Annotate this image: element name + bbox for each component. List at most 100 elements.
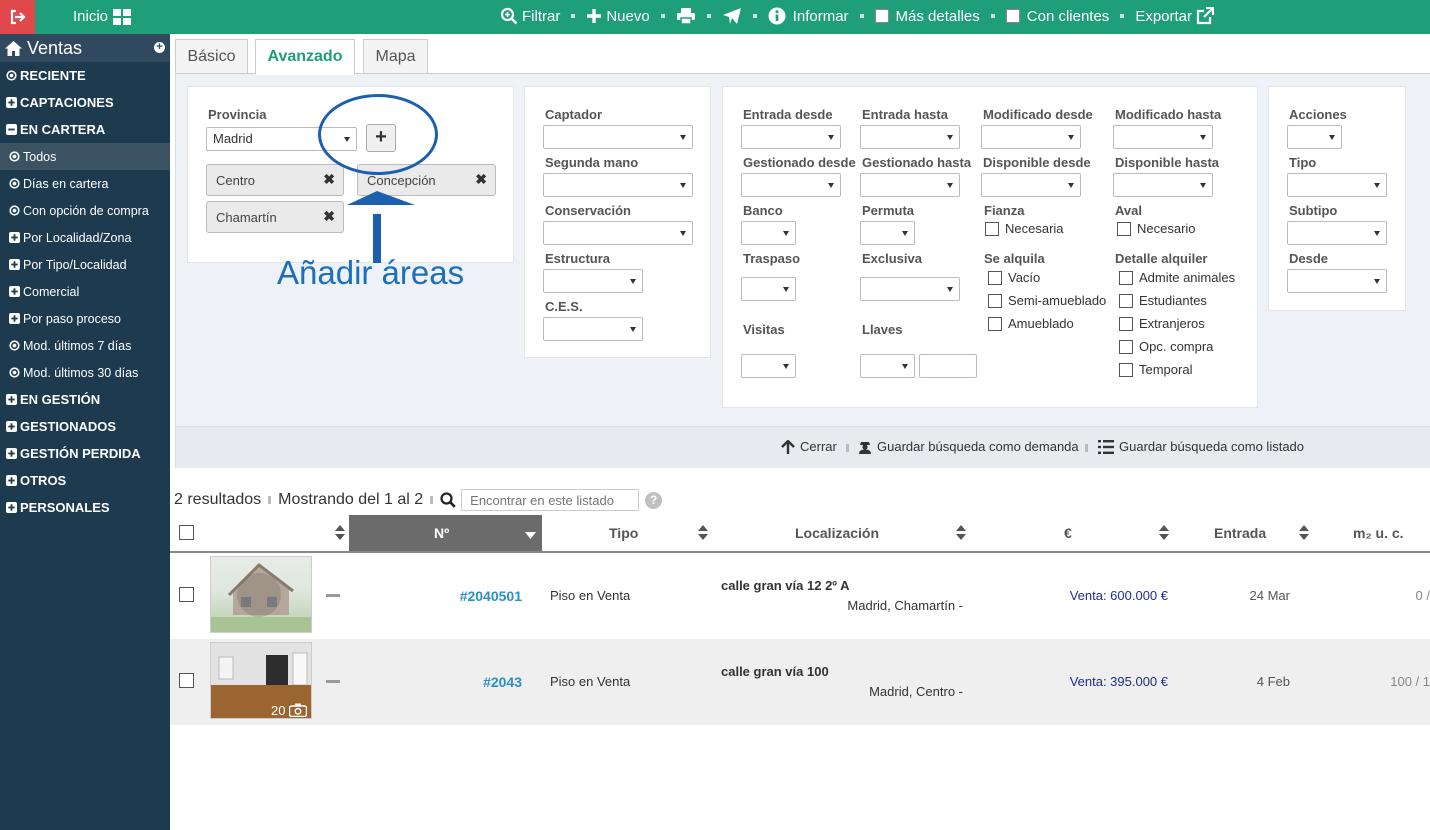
- save-as-demand-button[interactable]: Guardar búsqueda como demanda: [858, 439, 1079, 454]
- column-m2[interactable]: m₂ u. c.: [1353, 525, 1404, 541]
- sidebar-item[interactable]: Mod. últimos 30 días: [0, 359, 170, 386]
- column-entrada[interactable]: Entrada: [1214, 525, 1266, 541]
- export-button[interactable]: Exportar: [1135, 7, 1215, 25]
- sort-icon[interactable]: [956, 525, 966, 541]
- sort-icon[interactable]: [1299, 525, 1309, 541]
- modificado-hasta-select[interactable]: [1113, 125, 1213, 149]
- sidebar-item[interactable]: Mod. últimos 7 días: [0, 332, 170, 359]
- traspaso-select[interactable]: [741, 277, 796, 301]
- exclusiva-select[interactable]: [860, 277, 960, 301]
- help-icon[interactable]: ?: [645, 491, 663, 509]
- sidebar-item[interactable]: PERSONALES: [0, 494, 170, 521]
- exit-button[interactable]: [0, 0, 35, 34]
- remove-icon[interactable]: ✖: [475, 171, 487, 188]
- desde-select[interactable]: [1287, 269, 1387, 293]
- sidebar-item[interactable]: Por Localidad/Zona: [0, 224, 170, 251]
- entrada-desde-select[interactable]: [741, 125, 841, 149]
- property-ref[interactable]: #2043: [483, 674, 522, 690]
- property-m2: 100 / 1: [1390, 674, 1430, 689]
- add-circle-icon[interactable]: +: [154, 42, 165, 53]
- sidebar-item[interactable]: Por Tipo/Localidad: [0, 251, 170, 278]
- filter-button[interactable]: Filtrar: [500, 7, 560, 25]
- type-panel: Acciones Tipo Subtipo Desde: [1268, 86, 1406, 311]
- list-search-input[interactable]: [461, 489, 640, 511]
- disponible-hasta-select[interactable]: [1113, 173, 1213, 197]
- tab-avanzado[interactable]: Avanzado: [255, 39, 355, 75]
- sidebar-header[interactable]: Ventas +: [0, 34, 170, 62]
- search-icon: [440, 492, 456, 508]
- remove-icon[interactable]: ✖: [323, 208, 335, 225]
- sidebar-item[interactable]: GESTIÓN PERDIDA: [0, 440, 170, 467]
- column-localizacion[interactable]: Localización: [795, 525, 879, 541]
- sort-icon[interactable]: [1159, 525, 1169, 541]
- table-row[interactable]: 20 #2043 Piso en Venta calle gran vía 10…: [170, 639, 1430, 725]
- select-all-checkbox[interactable]: [179, 525, 194, 540]
- sidebar-item[interactable]: Días en cartera: [0, 170, 170, 197]
- sidebar-item[interactable]: CAPTACIONES: [0, 89, 170, 116]
- modificado-desde-select[interactable]: [981, 125, 1081, 149]
- close-filters-button[interactable]: Cerrar: [781, 439, 837, 454]
- temporal-checkbox[interactable]: Temporal: [1119, 362, 1192, 377]
- opc-compra-checkbox[interactable]: Opc. compra: [1119, 339, 1213, 354]
- estudiantes-checkbox[interactable]: Estudiantes: [1119, 293, 1207, 308]
- home-link[interactable]: Inicio: [73, 8, 132, 25]
- captador-select[interactable]: [543, 125, 693, 149]
- save-as-list-button[interactable]: Guardar búsqueda como listado: [1098, 439, 1304, 454]
- column-price[interactable]: €: [1064, 525, 1072, 541]
- llaves-select[interactable]: [860, 354, 915, 378]
- llaves-input[interactable]: [919, 354, 977, 378]
- acciones-select[interactable]: [1287, 125, 1342, 149]
- print-button[interactable]: [676, 7, 696, 25]
- row-checkbox[interactable]: [179, 673, 194, 688]
- tipo-select[interactable]: [1287, 173, 1387, 197]
- sort-icon[interactable]: [698, 525, 708, 541]
- sidebar-item[interactable]: OTROS: [0, 467, 170, 494]
- ces-select[interactable]: [543, 317, 643, 341]
- sidebar-item[interactable]: Comercial: [0, 278, 170, 305]
- tab-mapa[interactable]: Mapa: [363, 39, 428, 74]
- sidebar-item[interactable]: Con opción de compra: [0, 197, 170, 224]
- column-num[interactable]: Nº: [349, 515, 542, 551]
- segunda-mano-select[interactable]: [543, 173, 693, 197]
- sidebar-item[interactable]: Todos: [0, 143, 170, 170]
- permuta-select[interactable]: [860, 221, 915, 245]
- table-row[interactable]: #2040501 Piso en Venta calle gran vía 12…: [170, 553, 1430, 639]
- gestionado-desde-select[interactable]: [741, 173, 841, 197]
- column-tipo[interactable]: Tipo: [609, 525, 638, 541]
- more-details-checkbox[interactable]: [874, 9, 889, 23]
- inform-button[interactable]: Informar: [768, 7, 849, 25]
- disponible-desde-select[interactable]: [981, 173, 1081, 197]
- property-ref[interactable]: #2040501: [460, 588, 522, 604]
- semi-amueblado-checkbox[interactable]: Semi-amueblado: [988, 293, 1106, 308]
- property-thumbnail[interactable]: [210, 556, 312, 633]
- sidebar-item[interactable]: GESTIONADOS: [0, 413, 170, 440]
- entrada-desde-label: Entrada desde: [743, 107, 833, 122]
- admite-animales-checkbox[interactable]: Admite animales: [1119, 270, 1235, 285]
- estructura-select[interactable]: [543, 269, 643, 293]
- vacio-checkbox[interactable]: Vacío: [988, 270, 1040, 285]
- new-button[interactable]: Nuevo: [586, 8, 650, 25]
- more-details-toggle[interactable]: Más detalles: [874, 8, 980, 25]
- banco-select[interactable]: [741, 221, 796, 245]
- tab-basico[interactable]: Básico: [175, 39, 248, 74]
- row-checkbox[interactable]: [179, 587, 194, 602]
- extranjeros-checkbox[interactable]: Extranjeros: [1119, 316, 1205, 331]
- send-button[interactable]: [722, 7, 742, 25]
- sidebar-item[interactable]: EN GESTIÓN: [0, 386, 170, 413]
- entrada-hasta-select[interactable]: [860, 125, 960, 149]
- sidebar-item[interactable]: RECIENTE: [0, 62, 170, 89]
- visitas-select[interactable]: [741, 354, 796, 378]
- remove-icon[interactable]: ✖: [323, 171, 335, 188]
- fianza-necesaria-checkbox[interactable]: Necesaria: [985, 221, 1064, 236]
- property-thumbnail[interactable]: 20: [210, 642, 312, 719]
- conservacion-select[interactable]: [543, 221, 693, 245]
- sort-icon[interactable]: [335, 525, 345, 541]
- with-clients-checkbox[interactable]: [1005, 9, 1020, 23]
- sidebar-item[interactable]: EN CARTERA: [0, 116, 170, 143]
- amueblado-checkbox[interactable]: Amueblado: [988, 316, 1074, 331]
- with-clients-toggle[interactable]: Con clientes: [1005, 8, 1109, 25]
- subtipo-select[interactable]: [1287, 221, 1387, 245]
- aval-necesario-checkbox[interactable]: Necesario: [1117, 221, 1196, 236]
- gestionado-hasta-select[interactable]: [860, 173, 960, 197]
- sidebar-item[interactable]: Por paso proceso: [0, 305, 170, 332]
